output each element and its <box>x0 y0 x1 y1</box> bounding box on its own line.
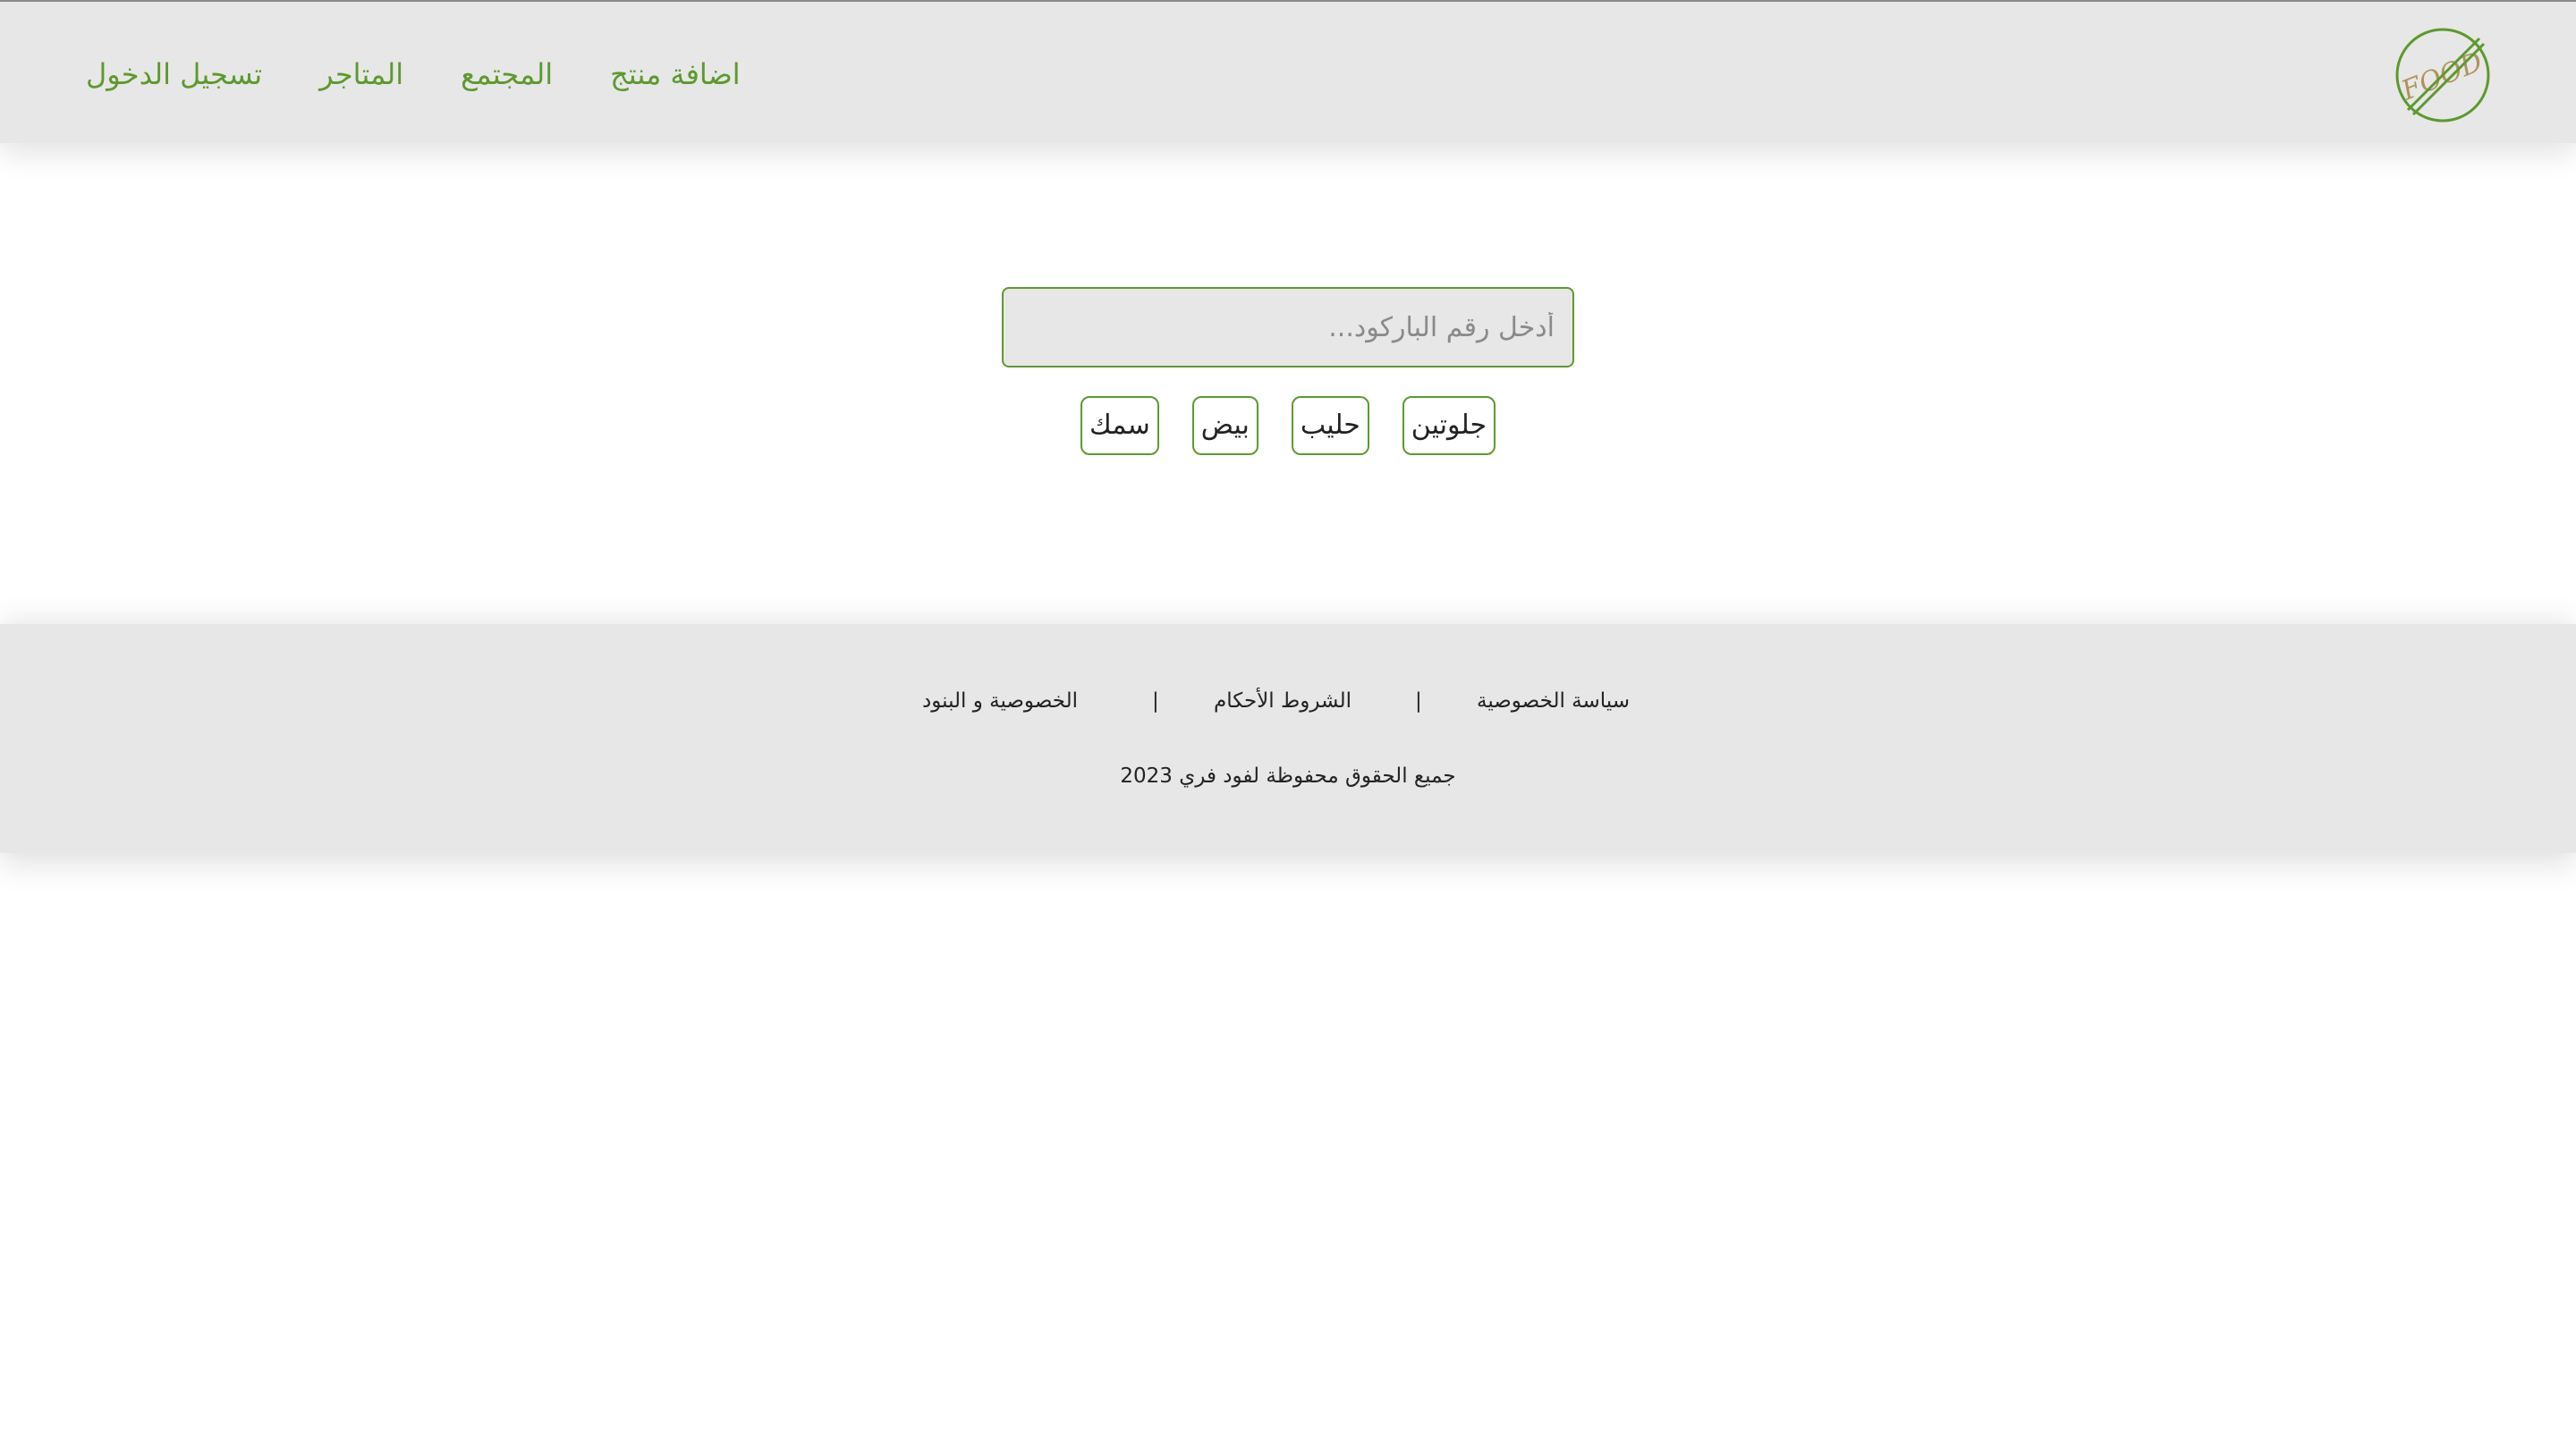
nav-add-product[interactable]: اضافة منتج <box>610 52 741 97</box>
barcode-search-input[interactable] <box>1002 287 1574 367</box>
nav-community[interactable]: المجتمع <box>461 52 553 97</box>
footer-links: سياسة الخصوصية | الشروط الأحكام | الخصوص… <box>0 683 2576 719</box>
filter-gluten[interactable]: جلوتين <box>1402 396 1496 455</box>
footer-link-privacy-terms[interactable]: الخصوصية و البنود <box>922 683 1078 719</box>
copyright-text: جميع الحقوق محفوظة لفود فري 2023 <box>1120 764 1456 788</box>
footer-link-terms[interactable]: الشروط الأحكام <box>1214 683 1352 719</box>
main-nav: اضافة منتج المجتمع المتاجر تسجيل الدخول <box>86 52 741 97</box>
footer-link-privacy-policy[interactable]: سياسة الخصوصية <box>1477 683 1630 719</box>
logo-icon: FOOD <box>2395 28 2490 122</box>
site-header: FOOD اضافة منتج المجتمع المتاجر تسجيل ال… <box>0 0 2576 143</box>
filter-milk[interactable]: حليب <box>1291 396 1369 455</box>
allergen-filter-group: جلوتين حليب بيض سمك <box>1080 396 1496 455</box>
food-free-logo[interactable]: FOOD <box>2394 26 2492 124</box>
site-footer: سياسة الخصوصية | الشروط الأحكام | الخصوص… <box>0 624 2576 853</box>
footer-separator: | <box>1415 689 1422 713</box>
nav-login[interactable]: تسجيل الدخول <box>86 52 262 97</box>
nav-stores[interactable]: المتاجر <box>319 52 403 97</box>
footer-separator: | <box>1152 689 1159 713</box>
filter-egg[interactable]: بيض <box>1191 396 1258 455</box>
filter-fish[interactable]: سمك <box>1080 396 1159 455</box>
